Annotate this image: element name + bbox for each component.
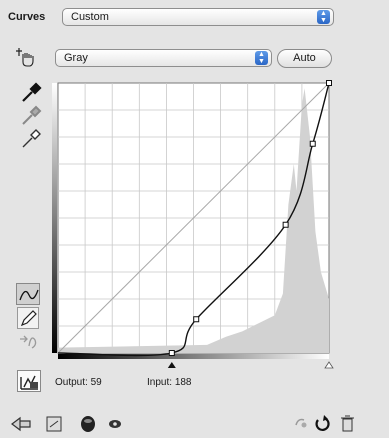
curve-control-point[interactable] <box>282 221 289 228</box>
curve-control-point[interactable] <box>326 80 332 86</box>
trash-icon[interactable] <box>341 415 354 432</box>
curve-control-point[interactable] <box>309 140 316 147</box>
clipping-warning-icon[interactable] <box>17 370 41 392</box>
curves-graph[interactable] <box>0 0 389 438</box>
reset-icon[interactable] <box>315 415 330 431</box>
curve-control-point[interactable] <box>193 316 200 323</box>
curve-control-point[interactable] <box>168 350 175 356</box>
input-label: Input: <box>147 377 173 388</box>
view-previous-icon[interactable] <box>295 418 307 428</box>
bottom-toolbar <box>0 412 389 438</box>
back-arrow-icon[interactable] <box>11 416 31 432</box>
input-value: 188 <box>174 377 192 388</box>
input-readout: Input: 188 <box>147 377 192 388</box>
output-value: 59 <box>90 377 102 388</box>
output-readout: Output: 59 <box>55 377 102 388</box>
output-label: Output: <box>55 377 88 388</box>
visibility-eye-icon[interactable] <box>109 420 121 428</box>
white-point-slider[interactable] <box>324 361 334 369</box>
clip-to-layer-icon[interactable] <box>46 416 62 432</box>
output-gradient-bar <box>52 83 57 353</box>
black-point-slider[interactable] <box>167 362 176 368</box>
mask-icon[interactable] <box>81 416 95 432</box>
